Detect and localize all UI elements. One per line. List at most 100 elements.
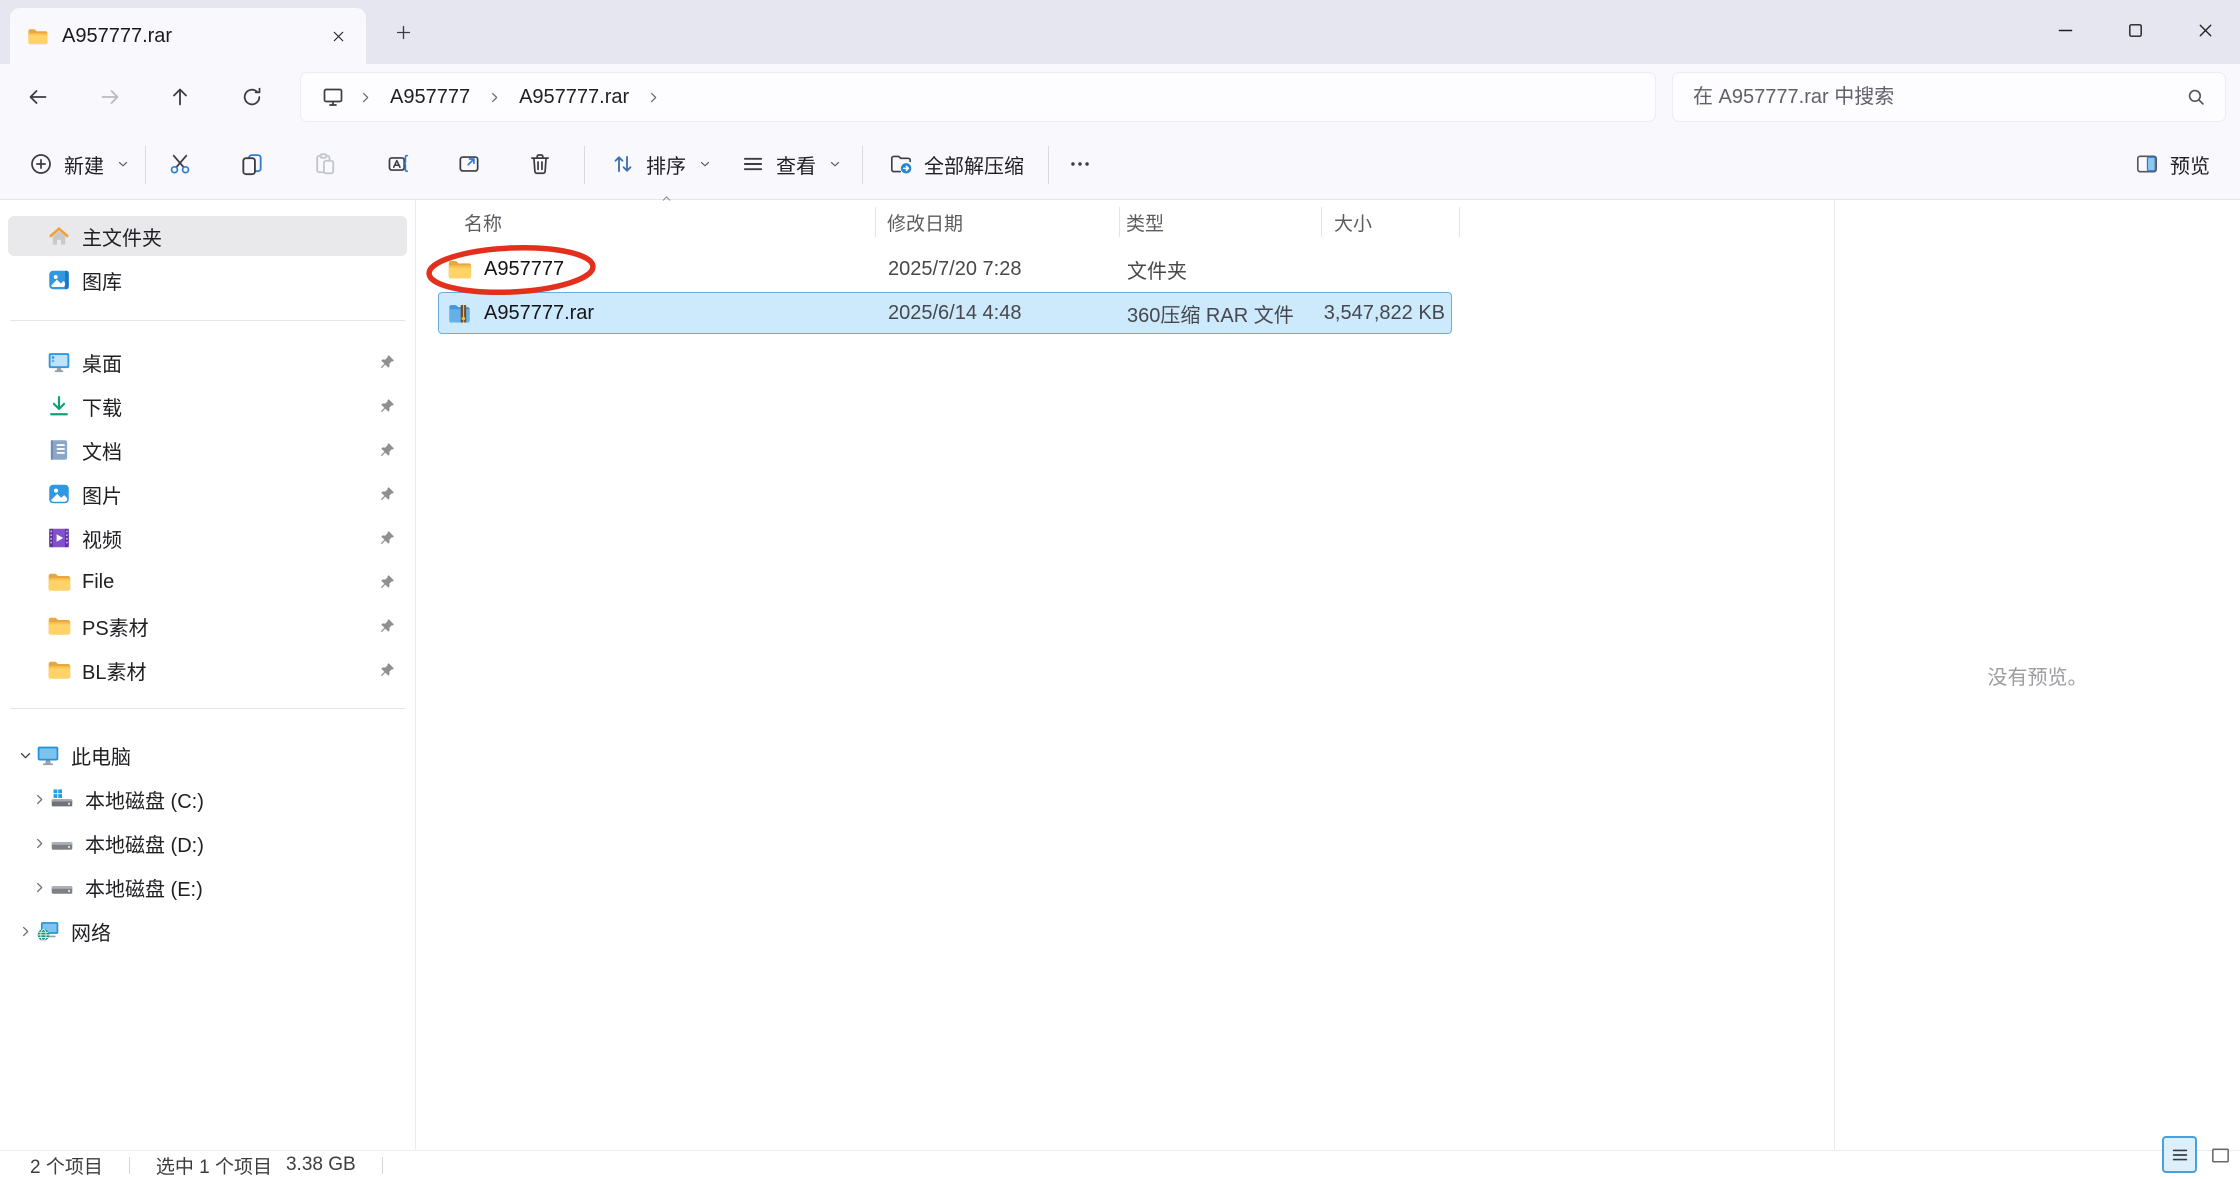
rename-button[interactable] bbox=[373, 138, 425, 190]
preview-toggle-button[interactable]: 预览 bbox=[2122, 138, 2222, 190]
address-bar[interactable]: A957777 A957777.rar bbox=[300, 72, 1656, 122]
delete-button[interactable] bbox=[514, 138, 566, 190]
chevron-right-icon bbox=[646, 90, 661, 105]
list-view-icon bbox=[2169, 1144, 2191, 1166]
pin-icon[interactable] bbox=[377, 572, 397, 592]
new-button-label: 新建 bbox=[64, 155, 104, 178]
sidebar-item[interactable]: BL素材 bbox=[8, 650, 407, 690]
sidebar-item-label: 主文件夹 bbox=[82, 227, 162, 250]
column-header-type[interactable]: 类型 bbox=[1120, 207, 1322, 237]
thumbnail-view-icon bbox=[2209, 1144, 2232, 1167]
column-header-modified[interactable]: 修改日期 bbox=[876, 207, 1120, 237]
file-type: 360压缩 RAR 文件 bbox=[1127, 304, 1294, 327]
chevron-right-icon bbox=[358, 90, 373, 105]
sidebar-item[interactable]: 主文件夹 bbox=[8, 216, 407, 256]
sidebar-item[interactable]: 下载 bbox=[8, 386, 407, 426]
network-icon bbox=[35, 918, 61, 944]
navigation-bar: A957777 A957777.rar bbox=[0, 64, 2240, 130]
sidebar-item-label: 本地磁盘 (E:) bbox=[85, 878, 203, 901]
pin-icon[interactable] bbox=[377, 616, 397, 636]
pin-icon[interactable] bbox=[377, 660, 397, 680]
pin-icon[interactable] bbox=[377, 528, 397, 548]
plus-icon bbox=[394, 23, 413, 42]
thumbnail-view-toggle[interactable] bbox=[2206, 1142, 2234, 1169]
pin-icon[interactable] bbox=[377, 352, 397, 372]
breadcrumb-item[interactable]: A957777 bbox=[380, 81, 480, 114]
folder-icon bbox=[446, 256, 473, 283]
column-header-size[interactable]: 大小 bbox=[1322, 207, 1460, 237]
status-divider bbox=[381, 1156, 383, 1174]
chevron-right-icon[interactable] bbox=[32, 880, 47, 895]
selection-count: 选中 1 个项目 bbox=[155, 1156, 272, 1178]
chevron-right-icon[interactable] bbox=[18, 924, 33, 939]
share-button[interactable] bbox=[443, 138, 495, 190]
toolbar-divider bbox=[584, 146, 585, 184]
more-options-button[interactable] bbox=[1054, 138, 1106, 190]
copy-button[interactable] bbox=[226, 138, 278, 190]
forward-button[interactable] bbox=[86, 73, 134, 121]
sidebar-item[interactable]: 本地磁盘 (E:) bbox=[8, 867, 407, 907]
sidebar-item[interactable]: 视频 bbox=[8, 518, 407, 558]
view-button-label: 查看 bbox=[776, 155, 816, 178]
sidebar: 主文件夹 图库 桌面 下载 文档 图片 视频 File PS素材 BL素材 此电… bbox=[0, 200, 416, 1150]
chevron-down-icon[interactable] bbox=[18, 748, 33, 763]
new-icon bbox=[28, 151, 54, 177]
sidebar-item[interactable]: 此电脑 bbox=[8, 735, 407, 775]
sidebar-item[interactable]: File bbox=[8, 562, 407, 602]
chevron-right-icon[interactable] bbox=[32, 792, 47, 807]
folder-icon bbox=[46, 657, 72, 683]
sidebar-item-label: 图库 bbox=[82, 271, 122, 294]
item-count: 2 个项目 bbox=[30, 1156, 103, 1178]
search-bar bbox=[1672, 72, 2226, 122]
close-tab-button[interactable] bbox=[322, 20, 354, 52]
cut-button[interactable] bbox=[154, 138, 206, 190]
sidebar-item[interactable]: 文档 bbox=[8, 430, 407, 470]
chevron-down-icon bbox=[698, 157, 712, 171]
search-icon[interactable] bbox=[2185, 86, 2207, 108]
minimize-button[interactable] bbox=[2030, 0, 2100, 60]
sidebar-item-label: 文档 bbox=[82, 441, 122, 464]
sidebar-item[interactable]: 桌面 bbox=[8, 342, 407, 382]
up-button[interactable] bbox=[156, 73, 204, 121]
sidebar-item[interactable]: 本地磁盘 (C:) bbox=[8, 779, 407, 819]
sort-button[interactable]: 排序 bbox=[598, 138, 724, 190]
sidebar-item[interactable]: 本地磁盘 (D:) bbox=[8, 823, 407, 863]
close-window-button[interactable] bbox=[2170, 0, 2240, 60]
chevron-down-icon bbox=[828, 157, 842, 171]
sidebar-separator bbox=[10, 708, 405, 709]
list-view-toggle[interactable] bbox=[2162, 1136, 2197, 1173]
chevron-right-icon[interactable] bbox=[32, 836, 47, 851]
status-divider bbox=[128, 1156, 130, 1174]
column-header-name[interactable]: 名称 bbox=[430, 207, 876, 237]
new-button[interactable]: 新建 bbox=[16, 138, 142, 190]
pin-icon[interactable] bbox=[377, 396, 397, 416]
file-modified-date: 2025/6/14 4:48 bbox=[888, 301, 1022, 324]
extract-all-button[interactable]: 全部解压缩 bbox=[876, 138, 1036, 190]
preview-pane-icon bbox=[2134, 151, 2160, 177]
file-row[interactable]: A957777 2025/7/20 7:28 文件夹 bbox=[438, 248, 1452, 290]
breadcrumb-item[interactable]: A957777.rar bbox=[509, 81, 639, 114]
pin-icon[interactable] bbox=[377, 484, 397, 504]
selection-size: 3.38 GB bbox=[285, 1154, 356, 1175]
view-button[interactable]: 查看 bbox=[728, 138, 854, 190]
sidebar-item[interactable]: 图库 bbox=[8, 260, 407, 300]
sidebar-item-label: 视频 bbox=[82, 529, 122, 552]
sidebar-separator bbox=[10, 320, 405, 321]
maximize-button[interactable] bbox=[2100, 0, 2170, 60]
new-tab-button[interactable] bbox=[386, 15, 420, 49]
pin-icon[interactable] bbox=[377, 440, 397, 460]
search-input[interactable] bbox=[1691, 84, 2175, 110]
refresh-button[interactable] bbox=[228, 73, 276, 121]
file-row[interactable]: A957777.rar 2025/6/14 4:48 360压缩 RAR 文件 … bbox=[438, 292, 1452, 334]
toolbar-divider bbox=[145, 146, 146, 184]
toolbar-divider bbox=[862, 146, 863, 184]
back-button[interactable] bbox=[14, 73, 62, 121]
explorer-tab[interactable]: A957777.rar bbox=[10, 8, 366, 64]
toolbar: 新建 排序 查看 全部解压缩 预览 bbox=[0, 130, 2240, 200]
sidebar-item[interactable]: 网络 bbox=[8, 911, 407, 951]
sidebar-item[interactable]: 图片 bbox=[8, 474, 407, 514]
paste-button[interactable] bbox=[299, 138, 351, 190]
file-name: A957777 bbox=[484, 257, 565, 280]
pictures-icon bbox=[46, 481, 72, 507]
sidebar-item[interactable]: PS素材 bbox=[8, 606, 407, 646]
